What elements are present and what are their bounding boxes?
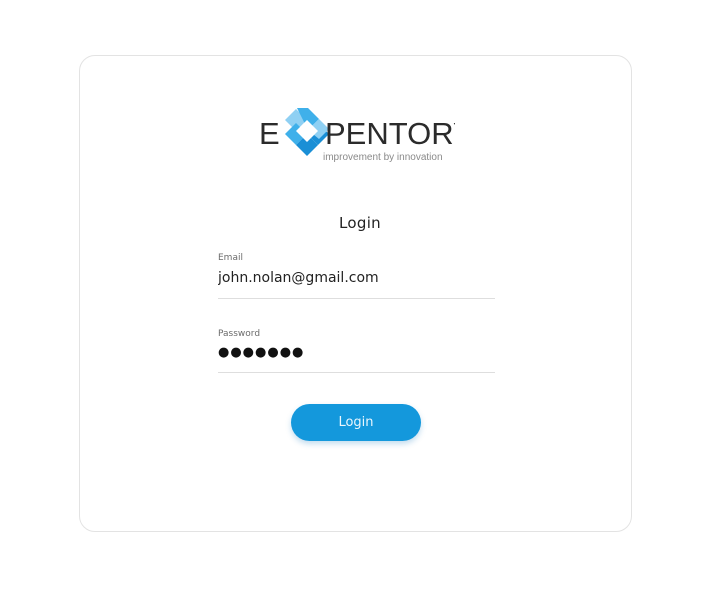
password-field[interactable]: Password ●●●●●●● [218, 329, 495, 373]
logo-wordmark: PENTORY [325, 116, 455, 151]
login-button[interactable]: Login [291, 404, 421, 441]
logo-tagline: improvement by innovation [323, 152, 443, 163]
email-input[interactable] [218, 268, 495, 288]
login-heading: Login [339, 214, 381, 232]
logo-x-mark-icon [285, 108, 329, 156]
logo-letter-e: E [259, 116, 280, 151]
password-input[interactable]: ●●●●●●● [218, 343, 495, 363]
email-label: Email [218, 253, 243, 263]
password-underline [218, 372, 495, 373]
expentory-logo: E PENTORY improvement by innovation [259, 106, 455, 164]
password-label: Password [218, 329, 261, 339]
email-underline [218, 298, 495, 299]
email-field[interactable]: Email [218, 253, 495, 299]
